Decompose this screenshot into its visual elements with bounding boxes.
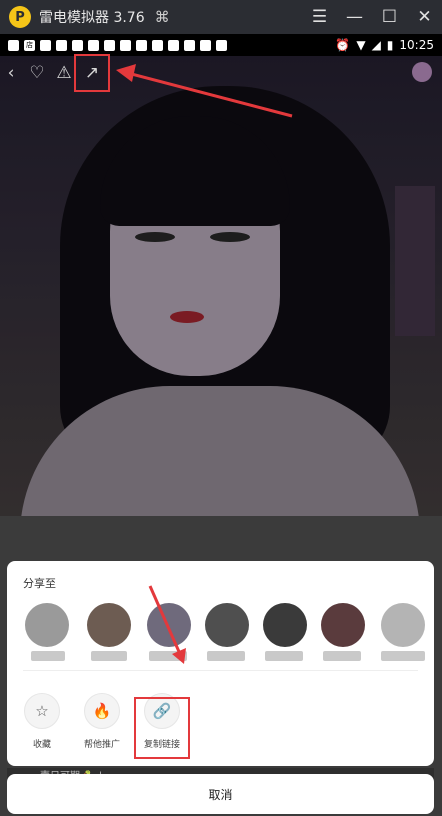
contact-name (91, 651, 127, 661)
notification-icon (216, 39, 227, 51)
back-icon[interactable]: ‹ (0, 62, 22, 84)
wifi-icon: ▼ (356, 38, 366, 52)
star-icon: ☆ (24, 693, 60, 729)
favorite-action[interactable]: ☆ 收藏 (12, 693, 72, 750)
flame-icon: 🔥 (84, 693, 120, 729)
notification-icons: 店 (8, 39, 227, 51)
contact-name (149, 651, 187, 661)
emulator-titlebar: P 雷电模拟器 3.76 ⌘ ☰ — ☐ ✕ (0, 0, 442, 34)
notification-icon (40, 39, 51, 51)
status-bar: 店 ⏰ ▼ ◢ ▮ 10:25 (0, 34, 442, 56)
notification-icon (120, 39, 131, 51)
clock-time: 10:25 (399, 38, 434, 52)
notification-icon (8, 39, 19, 51)
contact-name (207, 651, 245, 661)
contact-avatar[interactable] (381, 603, 425, 647)
menu-button[interactable]: ☰ (302, 0, 337, 34)
notification-icon (88, 39, 99, 51)
promote-action[interactable]: 🔥 帮他推广 (72, 693, 132, 750)
contact-name (381, 651, 425, 661)
contact-avatar[interactable] (321, 603, 365, 647)
annotation-box-copy-link (134, 697, 190, 759)
status-right: ⏰ ▼ ◢ ▮ 10:25 (335, 34, 434, 56)
gamepad-icon[interactable]: ⌘ (155, 8, 170, 26)
notification-icon (72, 39, 83, 51)
signal-icon: ◢ (371, 38, 381, 52)
alarm-icon: ⏰ (335, 38, 351, 52)
heart-icon[interactable]: ♡ (26, 62, 48, 84)
contact-avatar[interactable] (87, 603, 131, 647)
contact-name (323, 651, 361, 661)
avatar[interactable] (412, 62, 432, 82)
favorite-label: 收藏 (32, 740, 51, 750)
app-title: 雷电模拟器 3.76 (39, 10, 145, 26)
top-action-bar: ‹ ♡ ⚠ ↗ (0, 58, 442, 88)
notification-icon (104, 39, 115, 51)
contact-name (265, 651, 303, 661)
notification-icon (168, 39, 179, 51)
shop-icon: 店 (24, 39, 35, 51)
contact-name (31, 651, 65, 661)
battery-icon: ▮ (386, 38, 394, 52)
divider (23, 670, 418, 671)
notification-icon (200, 39, 211, 51)
cancel-button[interactable]: 取消 (7, 774, 434, 814)
share-contacts-row (21, 603, 434, 665)
minimize-button[interactable]: — (337, 0, 372, 34)
promote-label: 帮他推广 (83, 740, 120, 750)
annotation-box-share (74, 54, 110, 92)
window-controls: ☰ — ☐ ✕ (302, 0, 442, 34)
contact-avatar[interactable] (205, 603, 249, 647)
notification-icon (184, 39, 195, 51)
notification-icon (136, 39, 147, 51)
contact-avatar[interactable] (25, 603, 69, 647)
report-warning-icon[interactable]: ⚠ (53, 62, 75, 84)
share-sheet: 分享至 ☆ 收藏 🔥 帮他推广 🔗 复制链接 (7, 561, 434, 766)
close-button[interactable]: ✕ (407, 0, 442, 34)
photo-dim-overlay (0, 56, 442, 516)
contact-avatar[interactable] (263, 603, 307, 647)
maximize-button[interactable]: ☐ (372, 0, 407, 34)
notification-icon (152, 39, 163, 51)
contact-avatar[interactable] (147, 603, 191, 647)
notification-icon (56, 39, 67, 51)
share-sheet-title: 分享至 (23, 577, 56, 590)
emulator-logo-icon: P (9, 6, 31, 28)
